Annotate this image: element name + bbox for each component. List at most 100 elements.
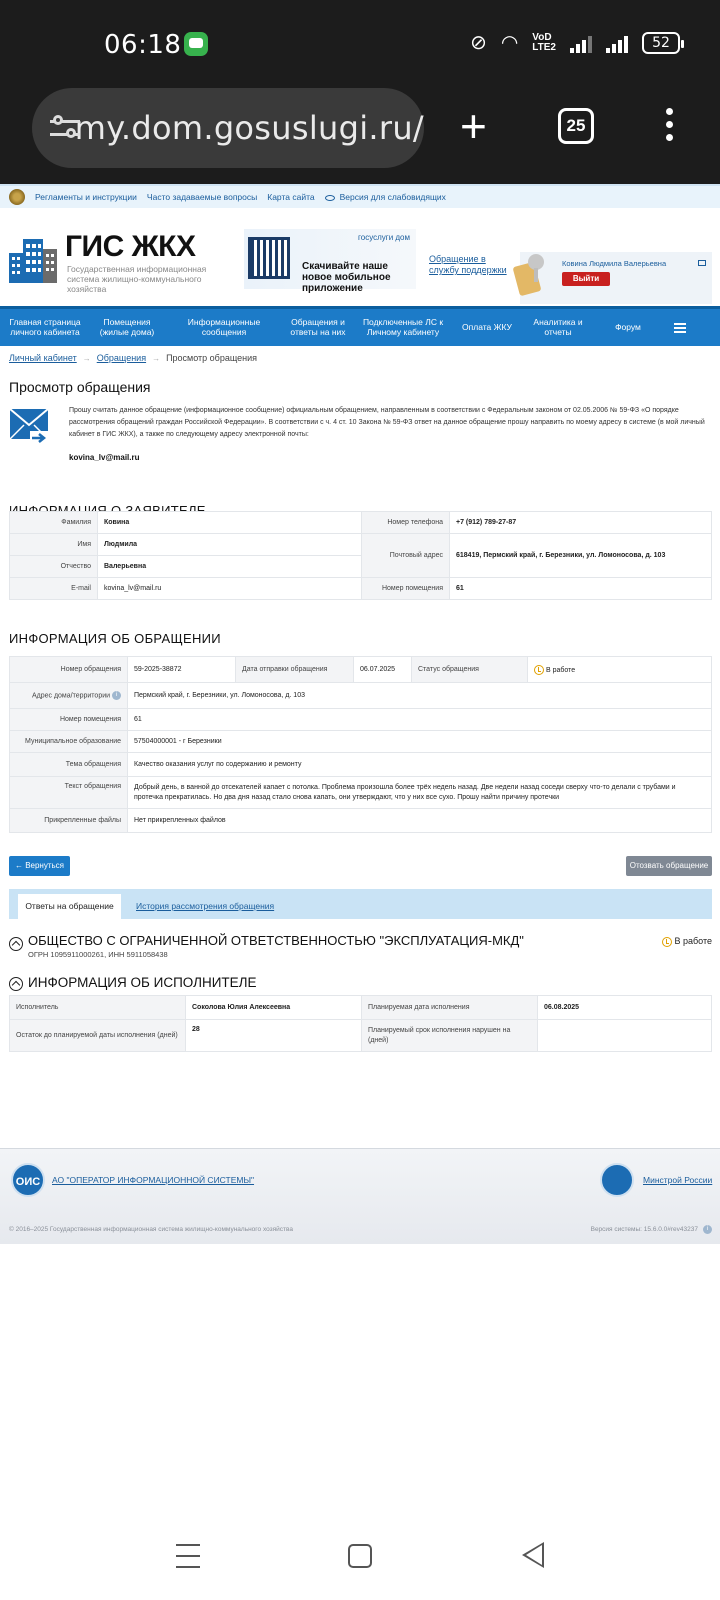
menu-burger-icon[interactable]: [674, 321, 686, 335]
battery-icon: 52: [642, 31, 684, 54]
planned-date-value: 06.08.2025: [537, 995, 712, 1020]
phone-label: Номер телефона: [361, 511, 450, 534]
qr-code-icon: [248, 237, 290, 279]
status-icons: ⊘ ◠ VoD LTE2 52: [470, 30, 684, 55]
last-name-label: Фамилия: [9, 511, 98, 534]
mobile-app-promo-banner[interactable]: госуслуги дом Скачивайте наше новое моби…: [244, 229, 416, 294]
executor-value: Соколова Юлия Алексеевна: [185, 995, 362, 1020]
url-text[interactable]: my.dom.gosuslugi.ru/: [75, 109, 424, 147]
site-title[interactable]: ГИС ЖКХ: [65, 230, 196, 264]
appeal-text-label: Текст обращения: [9, 776, 128, 809]
first-name-label: Имя: [9, 533, 98, 556]
breadcrumb-cabinet[interactable]: Личный кабинет: [9, 353, 77, 363]
address-bar[interactable]: my.dom.gosuslugi.ru/: [32, 88, 424, 168]
nav-info-messages[interactable]: Информационные сообщения: [164, 317, 284, 337]
breadcrumb-current: Просмотр обращения: [166, 353, 258, 363]
nav-payment[interactable]: Оплата ЖКУ: [454, 322, 520, 333]
minstroy-emblem-icon[interactable]: [600, 1163, 634, 1197]
recent-apps-icon[interactable]: [176, 1544, 200, 1577]
page-title: Просмотр обращения: [9, 379, 151, 395]
back-icon[interactable]: [522, 1542, 544, 1568]
topic-label: Тема обращения: [9, 752, 128, 777]
files-label: Прикрепленные файлы: [9, 808, 128, 833]
link-regulations[interactable]: Регламенты и инструкции: [35, 192, 137, 202]
remaining-days-label: Остаток до планируемой даты исполнения (…: [9, 1019, 186, 1052]
envelope-forward-icon: [10, 408, 49, 445]
status-bar: 06:18 ⊘ ◠ VoD LTE2 52: [0, 0, 720, 86]
postal-address-label: Почтовый адрес: [361, 533, 450, 578]
tab-answers[interactable]: Ответы на обращение: [18, 894, 121, 919]
nav-home[interactable]: Главная страница личного кабинета: [0, 317, 90, 337]
status-time: 06:18: [104, 30, 182, 60]
first-name-value: Людмила: [97, 533, 362, 556]
signal-icon: [570, 33, 592, 53]
room-number-value: 61: [127, 708, 712, 731]
user-name[interactable]: Ковина Людмила Валерьевна: [562, 259, 666, 268]
system-nav-bar: [0, 1520, 720, 1600]
patronymic-value: Валерьевна: [97, 555, 362, 578]
nav-analytics[interactable]: Аналитика и отчеты: [520, 317, 596, 337]
appeal-text-value: Добрый день, в ванной до отсекателей кап…: [127, 776, 712, 809]
mail-icon[interactable]: [698, 260, 706, 266]
user-panel: Ковина Людмила Валерьевна Выйти: [513, 252, 712, 304]
main-nav: Главная страница личного кабинета Помеще…: [0, 306, 720, 346]
topic-value: Качество оказания услуг по содержанию и …: [127, 752, 712, 777]
link-accessible-version[interactable]: Версия для слабовидящих: [324, 192, 446, 202]
organization-name: ОБЩЕСТВО С ОГРАНИЧЕННОЙ ОТВЕТСТВЕННОСТЬЮ…: [28, 933, 524, 948]
eye-icon: [324, 195, 335, 201]
intro-email: kovina_lv@mail.ru: [69, 453, 140, 462]
remaining-days-value: 28: [185, 1019, 362, 1052]
clock-icon: [534, 664, 544, 675]
nav-appeals[interactable]: Обращения и ответы на них: [284, 317, 352, 337]
appeal-heading: ИНФОРМАЦИЯ ОБ ОБРАЩЕНИИ: [9, 631, 221, 646]
breadcrumb-appeals[interactable]: Обращения: [97, 353, 146, 363]
executor-heading: ИНФОРМАЦИЯ ОБ ИСПОЛНИТЕЛЕ: [28, 975, 257, 990]
tabs-switcher-button[interactable]: 25: [558, 108, 594, 144]
nav-premises[interactable]: Помещения (жилые дома): [90, 317, 164, 337]
intro-text: Прошу считать данное обращение (информац…: [69, 407, 705, 438]
appeal-status-value: В работе: [527, 656, 712, 683]
ois-logo[interactable]: ОИС: [11, 1163, 45, 1197]
address-value: Пермский край, г. Березники, ул. Ломонос…: [127, 682, 712, 709]
last-name-value: Ковина: [97, 511, 362, 534]
collapse-org-icon[interactable]: [9, 937, 23, 951]
site-header: ГИС ЖКХ Государственная информационная с…: [0, 208, 720, 306]
support-request-link[interactable]: Обращение в службу поддержки: [429, 254, 509, 276]
browser-menu-icon[interactable]: [666, 108, 674, 147]
gis-building-logo-icon[interactable]: [9, 235, 57, 283]
appeal-number-label: Номер обращения: [9, 656, 128, 683]
nav-linked-accounts[interactable]: Подключенные ЛС к Личному кабинету: [352, 317, 454, 337]
new-tab-plus-icon[interactable]: +: [460, 103, 487, 149]
applicant-table: Фамилия Ковина Номер телефона +7 (912) 7…: [9, 511, 712, 600]
link-sitemap[interactable]: Карта сайта: [267, 192, 314, 202]
tab-history[interactable]: История рассмотрения обращения: [136, 894, 274, 919]
appeal-date-value: 06.07.2025: [353, 656, 412, 683]
violated-days-label: Планируемый срок исполнения нарушен на (…: [361, 1019, 538, 1052]
link-faq[interactable]: Часто задаваемые вопросы: [147, 192, 257, 202]
logout-button[interactable]: Выйти: [562, 272, 610, 286]
minstroy-link[interactable]: Минстрой России: [643, 1175, 712, 1185]
answers-tabs: Ответы на обращение История рассмотрения…: [9, 889, 712, 919]
nfc-icon: ⊘: [470, 32, 487, 54]
messenger-notification-icon: [184, 32, 208, 56]
clock-icon: [662, 936, 673, 947]
site-footer: ОИС АО "ОПЕРАТОР ИНФОРМАЦИОННОЙ СИСТЕМЫ"…: [0, 1148, 720, 1244]
version-info-icon[interactable]: i: [703, 1225, 712, 1234]
files-value: Нет прикрепленных файлов: [127, 808, 712, 833]
key-icon: [513, 254, 544, 296]
ois-link[interactable]: АО "ОПЕРАТОР ИНФОРМАЦИОННОЙ СИСТЕМЫ": [52, 1175, 254, 1185]
site-settings-icon[interactable]: [50, 113, 80, 143]
back-button[interactable]: ← Вернуться: [9, 856, 70, 876]
web-page: Регламенты и инструкции Часто задаваемые…: [0, 184, 720, 1244]
info-icon[interactable]: i: [112, 691, 121, 700]
revoke-appeal-button[interactable]: Отозвать обращение: [626, 856, 712, 876]
collapse-executor-icon[interactable]: [9, 977, 23, 991]
organization-ids: ОГРН 1095911000261, ИНН 5911058438: [28, 950, 168, 959]
nav-forum[interactable]: Форум: [596, 322, 660, 333]
home-icon[interactable]: [348, 1544, 372, 1568]
breadcrumb-separator: →: [152, 353, 161, 363]
violated-days-value: [537, 1019, 712, 1052]
promo-text: Скачивайте наше новое мобильное приложен…: [302, 261, 391, 294]
executor-table: Исполнитель Соколова Юлия Алексеевна Пла…: [9, 995, 712, 1052]
municipality-value: 57504000001 - г Березники: [127, 730, 712, 753]
